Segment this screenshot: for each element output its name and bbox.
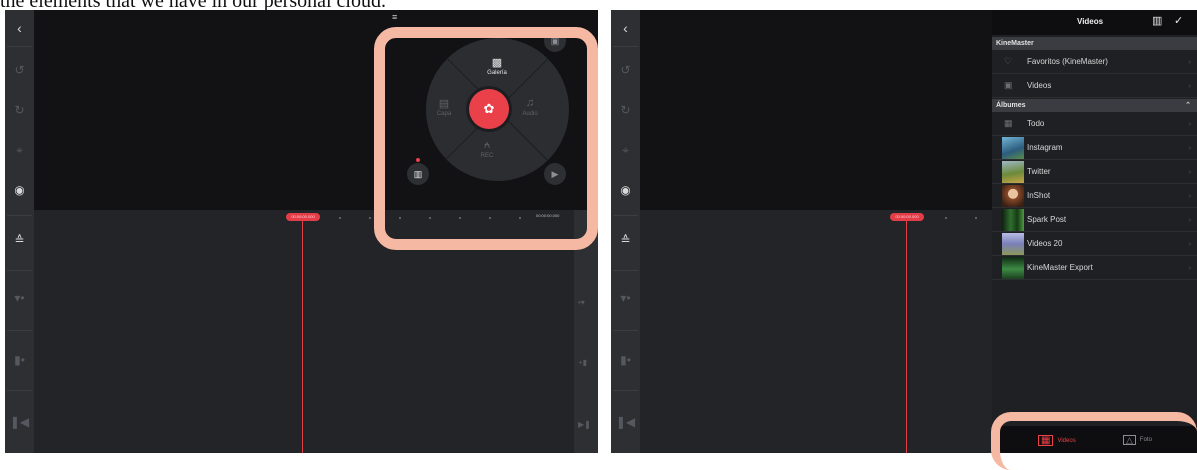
- rewind-icon[interactable]: ❚◀: [611, 402, 640, 442]
- list-item[interactable]: Videos 20 ›: [992, 232, 1197, 256]
- chevron-right-icon: ›: [1188, 57, 1191, 66]
- split-icon[interactable]: ≙: [5, 220, 34, 260]
- album-thumbnail: [1002, 209, 1024, 231]
- audio-level-icon[interactable]: ▾•: [5, 278, 34, 318]
- chevron-right-icon: ›: [1188, 143, 1191, 152]
- list-item[interactable]: ▦ Todo ›: [992, 112, 1197, 136]
- chevron-right-icon: ›: [1188, 81, 1191, 90]
- list-item[interactable]: ♡ Favoritos (KineMaster) ›: [992, 50, 1197, 74]
- heart-icon: ♡: [1004, 56, 1013, 66]
- chevron-right-icon: ›: [1188, 263, 1191, 272]
- menu-handle-icon[interactable]: ≡: [392, 12, 402, 26]
- chevron-right-icon: ›: [1188, 191, 1191, 200]
- list-item[interactable]: ▣ Videos ›: [992, 74, 1197, 98]
- record-icon[interactable]: ◉: [5, 170, 34, 210]
- album-thumbnail: [1002, 233, 1024, 255]
- video-file-icon: ▣: [1004, 80, 1013, 90]
- film-icon: ▦: [1004, 118, 1013, 128]
- audio-mix-icon[interactable]: •▾: [578, 298, 585, 307]
- redo-icon[interactable]: ↻: [5, 90, 34, 130]
- redo-icon[interactable]: ↻: [611, 90, 640, 130]
- rewind-icon[interactable]: ❚◀: [5, 402, 34, 442]
- video-preview: [640, 10, 992, 210]
- section-albums: Álbumes ⌃: [992, 99, 1197, 112]
- browser-header: Videos ▥ ✓: [992, 10, 1197, 35]
- list-item[interactable]: Twitter ›: [992, 160, 1197, 184]
- right-editor-panel: ‹ ↺ ↻ ⌖ ◉ ≙ ▾• ▮• ❚◀ 00:00:00.000 Videos…: [611, 10, 1197, 453]
- playhead-timecode: 00:00:00.000: [286, 213, 320, 221]
- asset-store-icon[interactable]: ▥: [1152, 14, 1162, 27]
- collapse-icon[interactable]: ⌃: [1185, 99, 1191, 112]
- media-browser: Videos ▥ ✓ KineMaster ♡ Favoritos (KineM…: [992, 10, 1197, 453]
- playhead-timecode: 00:00:00.000: [890, 213, 924, 221]
- left-tool-rail: ‹ ↺ ↻ ⌖ ◉ ≙ ▾• ▮• ❚◀: [611, 10, 640, 453]
- playhead[interactable]: [906, 214, 907, 453]
- album-thumbnail: [1002, 257, 1024, 279]
- highlight-frame-media: [374, 27, 598, 250]
- section-kinemaster: KineMaster: [992, 37, 1197, 50]
- highlight-frame-tabs: [991, 412, 1197, 470]
- track-icon[interactable]: ▮•: [5, 340, 34, 380]
- crop-icon[interactable]: ⌖: [5, 130, 34, 170]
- back-icon[interactable]: ‹: [611, 10, 640, 46]
- add-track-icon[interactable]: +▮: [578, 358, 587, 367]
- chevron-right-icon: ›: [1188, 215, 1191, 224]
- record-icon[interactable]: ◉: [611, 170, 640, 210]
- chevron-right-icon: ›: [1188, 119, 1191, 128]
- caption-text: the elements that we have in our persona…: [0, 0, 386, 12]
- undo-icon[interactable]: ↺: [5, 50, 34, 90]
- audio-level-icon[interactable]: ▾•: [611, 278, 640, 318]
- album-thumbnail: [1002, 137, 1024, 159]
- back-icon[interactable]: ‹: [5, 10, 34, 46]
- undo-icon[interactable]: ↺: [611, 50, 640, 90]
- track-icon[interactable]: ▮•: [611, 340, 640, 380]
- chevron-right-icon: ›: [1188, 167, 1191, 176]
- list-item[interactable]: InShot ›: [992, 184, 1197, 208]
- list-item[interactable]: Instagram ›: [992, 136, 1197, 160]
- list-item[interactable]: Spark Post ›: [992, 208, 1197, 232]
- timeline-area[interactable]: [640, 210, 992, 453]
- crop-icon[interactable]: ⌖: [611, 130, 640, 170]
- checkmark-circle-icon[interactable]: ✓: [1174, 14, 1183, 27]
- skip-end-icon[interactable]: ▶❚: [578, 420, 591, 429]
- split-icon[interactable]: ≙: [611, 220, 640, 260]
- left-tool-rail: ‹ ↺ ↻ ⌖ ◉ ≙ ▾• ▮• ❚◀: [5, 10, 34, 453]
- chevron-right-icon: ›: [1188, 239, 1191, 248]
- list-item[interactable]: KineMaster Export ›: [992, 256, 1197, 280]
- album-thumbnail: [1002, 161, 1024, 183]
- album-thumbnail: [1002, 185, 1024, 207]
- browser-title: Videos: [1077, 17, 1104, 26]
- playhead[interactable]: [302, 214, 303, 453]
